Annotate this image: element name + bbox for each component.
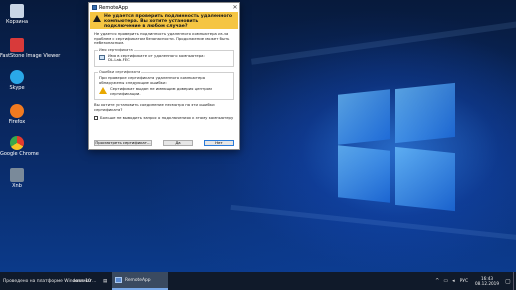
volume-icon[interactable]: ◂: [452, 278, 455, 284]
windows-logo-pane: [395, 82, 455, 144]
cert-errors-group: Ошибки сертификата При проверке сертифик…: [94, 69, 234, 101]
yes-button[interactable]: Да: [163, 140, 193, 146]
desktop-icon-skype[interactable]: Skype: [0, 70, 34, 91]
windows-logo-pane: [338, 89, 390, 145]
close-icon[interactable]: ✕: [231, 4, 239, 11]
desktop-icon-chrome[interactable]: Google Chrome: [0, 136, 39, 157]
desktop-icon-label: FastStone Image Viewer: [0, 53, 61, 59]
cert-name-group-legend: Имя сертификата: [98, 47, 134, 52]
remoteapp-dialog: RemoteApp ✕ Не удается проверить подлинн…: [88, 2, 240, 150]
cert-errors-group-legend: Ошибки сертификата: [98, 69, 142, 74]
desktop-icon-faststone[interactable]: FastStone Image Viewer: [0, 38, 61, 59]
desktop-icon-label: Firefox: [8, 119, 26, 125]
desktop-icon-label: Xnb: [12, 183, 22, 189]
dialog-title: RemoteApp: [99, 4, 129, 11]
warning-header-text: Не удается проверить подлинность удаленн…: [104, 14, 233, 29]
light-beam: [230, 204, 516, 241]
cert-error-item: Сертификат выдан не имеющим доверия цент…: [110, 86, 212, 96]
dialog-titlebar[interactable]: RemoteApp ✕: [89, 3, 239, 12]
clock[interactable]: 16:43 08.12.2019: [475, 276, 499, 286]
language-indicator[interactable]: РУС: [460, 279, 468, 284]
desktop: Корзина FastStone Image Viewer Skype Fir…: [0, 0, 516, 272]
desktop-icon-recycle-bin[interactable]: Корзина: [0, 4, 34, 25]
warning-banner: Не удается проверить подлинность удаленн…: [90, 12, 238, 29]
xnview-icon: [10, 168, 24, 182]
desktop-icon-label: Skype: [9, 85, 25, 91]
light-beam: [250, 21, 516, 65]
computer-icon: [99, 54, 105, 60]
firefox-icon: [10, 104, 24, 118]
chrome-icon: [10, 136, 24, 150]
desktop-icon-xnview[interactable]: Xnb: [0, 168, 34, 189]
question-text: Вы хотите установить соединение несмотря…: [94, 102, 215, 112]
taskbar-item-label: автомат...: [73, 278, 97, 284]
cert-name-group: Имя сертификата Имя в сертификате от уда…: [94, 47, 234, 67]
remoteapp-icon: [115, 277, 122, 283]
system-tray: ^ ▭ ◂ РУС 16:43 08.12.2019 ▢: [433, 272, 516, 290]
recycle-bin-icon: [10, 4, 24, 18]
cert-name-value: DL-Lab-FEC: [108, 57, 130, 63]
taskbar: Проведено на платформе Windows 10 автома…: [0, 272, 516, 290]
warning-icon: [93, 15, 101, 22]
cert-errors-intro: При проверке сертификата удаленного комп…: [99, 74, 206, 85]
taskbar-item-misc[interactable]: ▤: [100, 272, 112, 290]
network-icon[interactable]: ▭: [443, 278, 448, 284]
desktop-icon-label: Корзина: [5, 19, 29, 25]
taskbar-item-label: RemoteApp: [125, 277, 151, 283]
taskbar-overlay-text: Проведено на платформе Windows 10: [0, 272, 91, 290]
taskbar-item-automation[interactable]: автомат...: [70, 272, 100, 290]
chevron-up-icon[interactable]: ^: [435, 278, 439, 284]
view-certificate-button[interactable]: Просмотреть сертификат...: [94, 140, 152, 146]
no-button[interactable]: Нет: [204, 140, 234, 146]
desktop-icon-label: Google Chrome: [0, 151, 39, 157]
folder-icon: ▤: [103, 278, 108, 284]
dont-ask-checkbox[interactable]: Больше не выводить запрос о подключениях…: [94, 114, 234, 121]
intro-text: Не удается проверить подлинность удаленн…: [94, 31, 230, 46]
windows-logo-pane: [338, 145, 390, 203]
skype-icon: [10, 70, 24, 84]
faststone-icon: [10, 38, 24, 52]
taskbar-item-remoteapp[interactable]: RemoteApp: [112, 272, 168, 290]
warning-icon: [99, 87, 107, 95]
checkbox-box[interactable]: [94, 115, 98, 120]
clock-date: 08.12.2019: [475, 281, 499, 286]
desktop-icon-firefox[interactable]: Firefox: [0, 104, 34, 125]
notification-icon[interactable]: ▢: [503, 272, 513, 290]
windows-logo-pane: [395, 146, 455, 212]
dont-ask-label: Больше не выводить запрос о подключениях…: [100, 114, 234, 120]
remoteapp-icon: [92, 5, 97, 10]
